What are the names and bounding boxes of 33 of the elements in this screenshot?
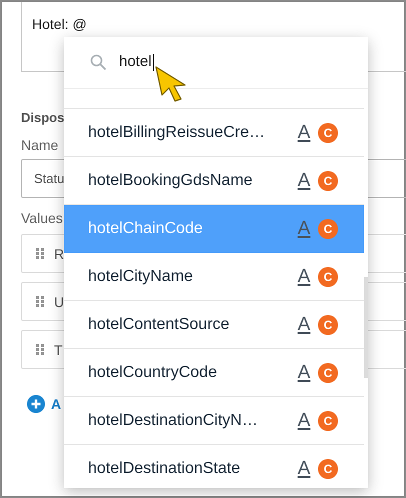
suggestion-item[interactable]: hotelBillingReissueCre… A C <box>64 109 364 157</box>
type-icon: A <box>296 171 312 190</box>
drag-handle-icon[interactable] <box>36 344 44 355</box>
type-icon: A <box>296 411 312 430</box>
pointer-cursor-icon <box>154 65 188 103</box>
type-icon: A <box>296 267 312 286</box>
search-field[interactable]: hotel <box>64 37 368 89</box>
badge: C <box>318 314 338 334</box>
drag-handle-icon[interactable] <box>36 248 44 259</box>
suggestion-item[interactable]: hotelDestinationState A C <box>64 445 364 488</box>
type-icon: A <box>296 459 312 478</box>
badge: C <box>318 170 338 190</box>
type-icon: A <box>296 123 312 142</box>
section-title: Dispos <box>21 110 64 125</box>
suggestion-item[interactable]: hotelCityName A C <box>64 253 364 301</box>
suggestion-item[interactable]: hotelCountryCode A C <box>64 349 364 397</box>
add-value-button[interactable]: A <box>27 395 62 413</box>
badge: C <box>318 122 338 142</box>
drag-handle-icon[interactable] <box>36 296 44 307</box>
suggestion-item[interactable]: hotelDestinationCityN… A C <box>64 397 364 445</box>
plus-icon <box>27 395 45 413</box>
badge: C <box>318 458 338 478</box>
type-icon: A <box>296 315 312 334</box>
suggestion-item[interactable]: hotelContentSource A C <box>64 301 364 349</box>
badge: C <box>318 362 338 382</box>
badge: C <box>318 218 338 238</box>
field-label: Values <box>21 210 64 226</box>
type-icon: A <box>296 363 312 382</box>
badge: C <box>318 410 338 430</box>
badge: C <box>318 266 338 286</box>
field-label: Name <box>21 137 60 153</box>
type-icon: A <box>296 219 312 238</box>
search-icon <box>90 54 107 71</box>
